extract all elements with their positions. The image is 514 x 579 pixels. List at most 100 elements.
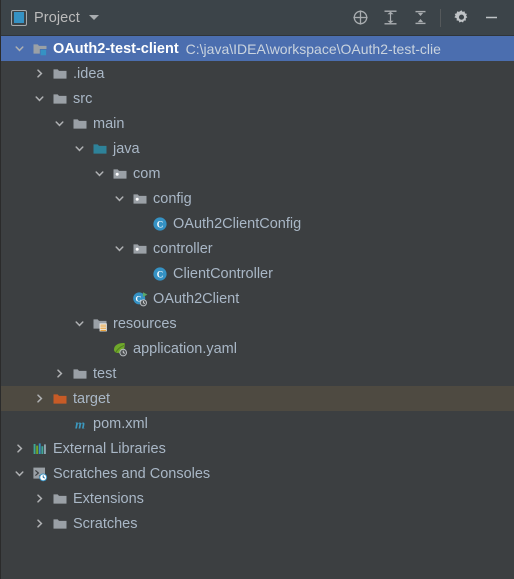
svg-text:C: C [157,269,164,279]
tree-row[interactable]: .idea [1,61,514,86]
tree-row[interactable]: C ClientController [1,261,514,286]
chevron-right-icon[interactable] [33,492,46,505]
tree-row[interactable]: Scratches [1,511,514,536]
tree-row[interactable]: application.yaml [1,336,514,361]
folder-icon [52,491,68,507]
tree-row-label: src [73,90,93,107]
source-root-folder-icon [92,141,108,157]
tree-row[interactable]: Scratches and Consoles [1,461,514,486]
svg-text:m: m [75,416,85,431]
tree-row-label: pom.xml [93,415,148,432]
toolbar-separator [440,8,441,27]
tree-row[interactable]: com [1,161,514,186]
chevron-right-icon[interactable] [13,442,26,455]
tree-row-label: ClientController [173,265,273,282]
tree-row-label: Scratches and Consoles [53,465,211,482]
toolbar-actions [345,3,506,33]
tree-row[interactable]: resources [1,311,514,336]
crosshair-target-icon [352,10,368,25]
tree-row[interactable]: m pom.xml [1,411,514,436]
settings-button[interactable] [446,3,476,33]
tree-row[interactable]: main [1,111,514,136]
chevron-right-icon[interactable] [53,367,66,380]
java-class-icon: C [152,266,168,282]
java-class-icon: C [152,216,168,232]
chevron-down-icon[interactable] [33,92,46,105]
scratches-console-icon [32,466,48,482]
minimize-icon [485,16,497,19]
package-folder-icon [132,241,148,257]
tree-row[interactable]: OAuth2-test-client C:\java\IDEA\workspace… [1,36,514,61]
tree-row-label: Scratches [73,515,138,532]
tree-row-path: C:\java\IDEA\workspace\OAuth2-test-clie [185,40,441,57]
tree-row-label: resources [113,315,177,332]
chevron-down-icon[interactable] [113,192,126,205]
chevron-down-icon[interactable] [113,242,126,255]
tree-row-label: External Libraries [53,440,166,457]
expand-all-button[interactable] [375,3,405,33]
project-title-group[interactable]: Project [11,9,345,26]
hide-button[interactable] [476,3,506,33]
collapse-all-icon [415,10,425,25]
tree-row[interactable]: External Libraries [1,436,514,461]
chevron-down-icon[interactable] [13,467,26,480]
expand-all-icon [384,10,396,25]
chevron-down-icon[interactable] [73,142,86,155]
folder-icon [72,116,88,132]
tree-row-label: OAuth2ClientConfig [173,215,302,232]
tree-row[interactable]: C OAuth2Client [1,286,514,311]
resources-root-folder-icon [92,316,108,332]
tree-row[interactable]: src [1,86,514,111]
tree-row-label: com [133,165,161,182]
maven-pom-icon: m [72,416,88,432]
folder-icon [52,66,68,82]
collapse-all-button[interactable] [405,3,435,33]
package-folder-icon [112,166,128,182]
tree-row-label: config [153,190,192,207]
tree-row[interactable]: java [1,136,514,161]
tree-row-label: .idea [73,65,105,82]
project-label: Project [34,9,80,26]
libraries-icon [32,441,48,457]
chevron-right-icon[interactable] [33,517,46,530]
tree-row-label: Extensions [73,490,144,507]
project-tool-window: Project OAuth2-test-client C:\java\IDEA\… [0,0,514,579]
tree-row[interactable]: Extensions [1,486,514,511]
gear-icon [453,10,467,23]
project-toolbar: Project [1,0,514,36]
chevron-right-icon[interactable] [33,67,46,80]
chevron-down-icon[interactable] [88,15,99,20]
tree-row[interactable]: config [1,186,514,211]
tree-row-label: java [113,140,140,157]
tree-row[interactable]: test [1,361,514,386]
project-icon [11,9,27,26]
tree-row-label: OAuth2Client [153,290,240,307]
spring-yaml-file-icon [112,341,128,357]
tree-row-label: main [93,115,125,132]
folder-icon [72,366,88,382]
tree-row-label: test [93,365,117,382]
tree-row[interactable]: controller [1,236,514,261]
tree-row-label: controller [153,240,213,257]
project-tree[interactable]: OAuth2-test-client C:\java\IDEA\workspace… [1,36,514,579]
spring-boot-run-class-icon: C [132,291,148,307]
tree-row[interactable]: C OAuth2ClientConfig [1,211,514,236]
tree-row-label: OAuth2-test-client [53,40,179,57]
select-opened-file-button[interactable] [345,3,375,33]
svg-text:C: C [157,219,164,229]
chevron-down-icon[interactable] [13,42,26,55]
tree-row[interactable]: target [1,386,514,411]
chevron-down-icon[interactable] [73,317,86,330]
chevron-down-icon[interactable] [93,167,106,180]
chevron-right-icon[interactable] [33,392,46,405]
chevron-down-icon[interactable] [53,117,66,130]
excluded-folder-icon [52,391,68,407]
folder-icon [52,91,68,107]
package-folder-icon [132,191,148,207]
tree-row-label: target [73,390,111,407]
